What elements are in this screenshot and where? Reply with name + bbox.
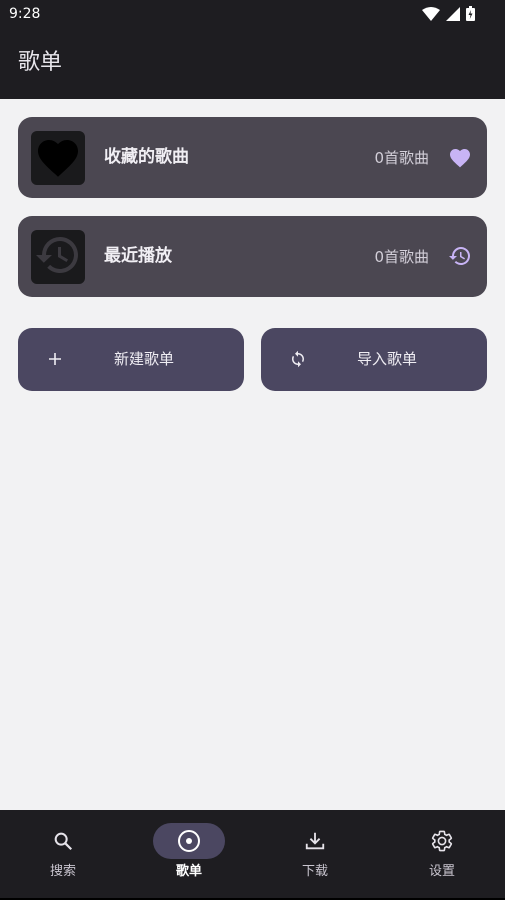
status-bar: 9:28 [0, 0, 505, 28]
download-icon [303, 829, 327, 853]
playlist-count: 0首歌曲 [374, 248, 429, 266]
wifi-icon [422, 6, 440, 21]
page-title: 歌单 [18, 50, 63, 75]
import-playlist-button[interactable]: 导入歌单 [261, 328, 487, 391]
playlist-card-recent[interactable]: 最近播放 0首歌曲 [18, 216, 487, 297]
nav-label: 搜索 [49, 864, 76, 879]
new-playlist-button[interactable]: 新建歌单 [18, 328, 244, 391]
playlist-title: 收藏的歌曲 [104, 147, 189, 167]
search-icon [51, 829, 75, 853]
favorites-cover [31, 131, 85, 185]
nav-item-settings[interactable]: 设置 [379, 810, 505, 898]
status-time: 9:28 [9, 6, 41, 22]
settings-icon [430, 829, 454, 853]
signal-icon [446, 6, 460, 21]
history-icon [447, 243, 473, 269]
playlist-count: 0首歌曲 [374, 149, 429, 167]
sync-icon [288, 349, 308, 369]
import-playlist-label: 导入歌单 [357, 350, 418, 368]
nav-item-search[interactable]: 搜索 [0, 810, 126, 898]
bottom-nav: 搜索 歌单 下载 设置 [0, 810, 505, 898]
nav-label: 歌单 [175, 864, 202, 879]
new-playlist-label: 新建歌单 [114, 350, 175, 368]
recent-cover [31, 230, 85, 284]
disc-icon [177, 829, 201, 853]
status-icons [422, 6, 475, 21]
heart-cover-icon [34, 134, 82, 182]
app-bar: 歌单 [0, 28, 505, 99]
nav-label: 设置 [428, 864, 455, 879]
history-cover-icon [34, 231, 82, 283]
playlist-card-favorites[interactable]: 收藏的歌曲 0首歌曲 [18, 117, 487, 198]
heart-icon [447, 144, 473, 170]
nav-label: 下载 [301, 864, 328, 879]
playlist-title: 最近播放 [104, 246, 172, 266]
nav-item-playlist[interactable]: 歌单 [126, 810, 252, 898]
battery-icon [466, 6, 475, 21]
nav-item-download[interactable]: 下载 [252, 810, 378, 898]
plus-icon [45, 349, 65, 369]
